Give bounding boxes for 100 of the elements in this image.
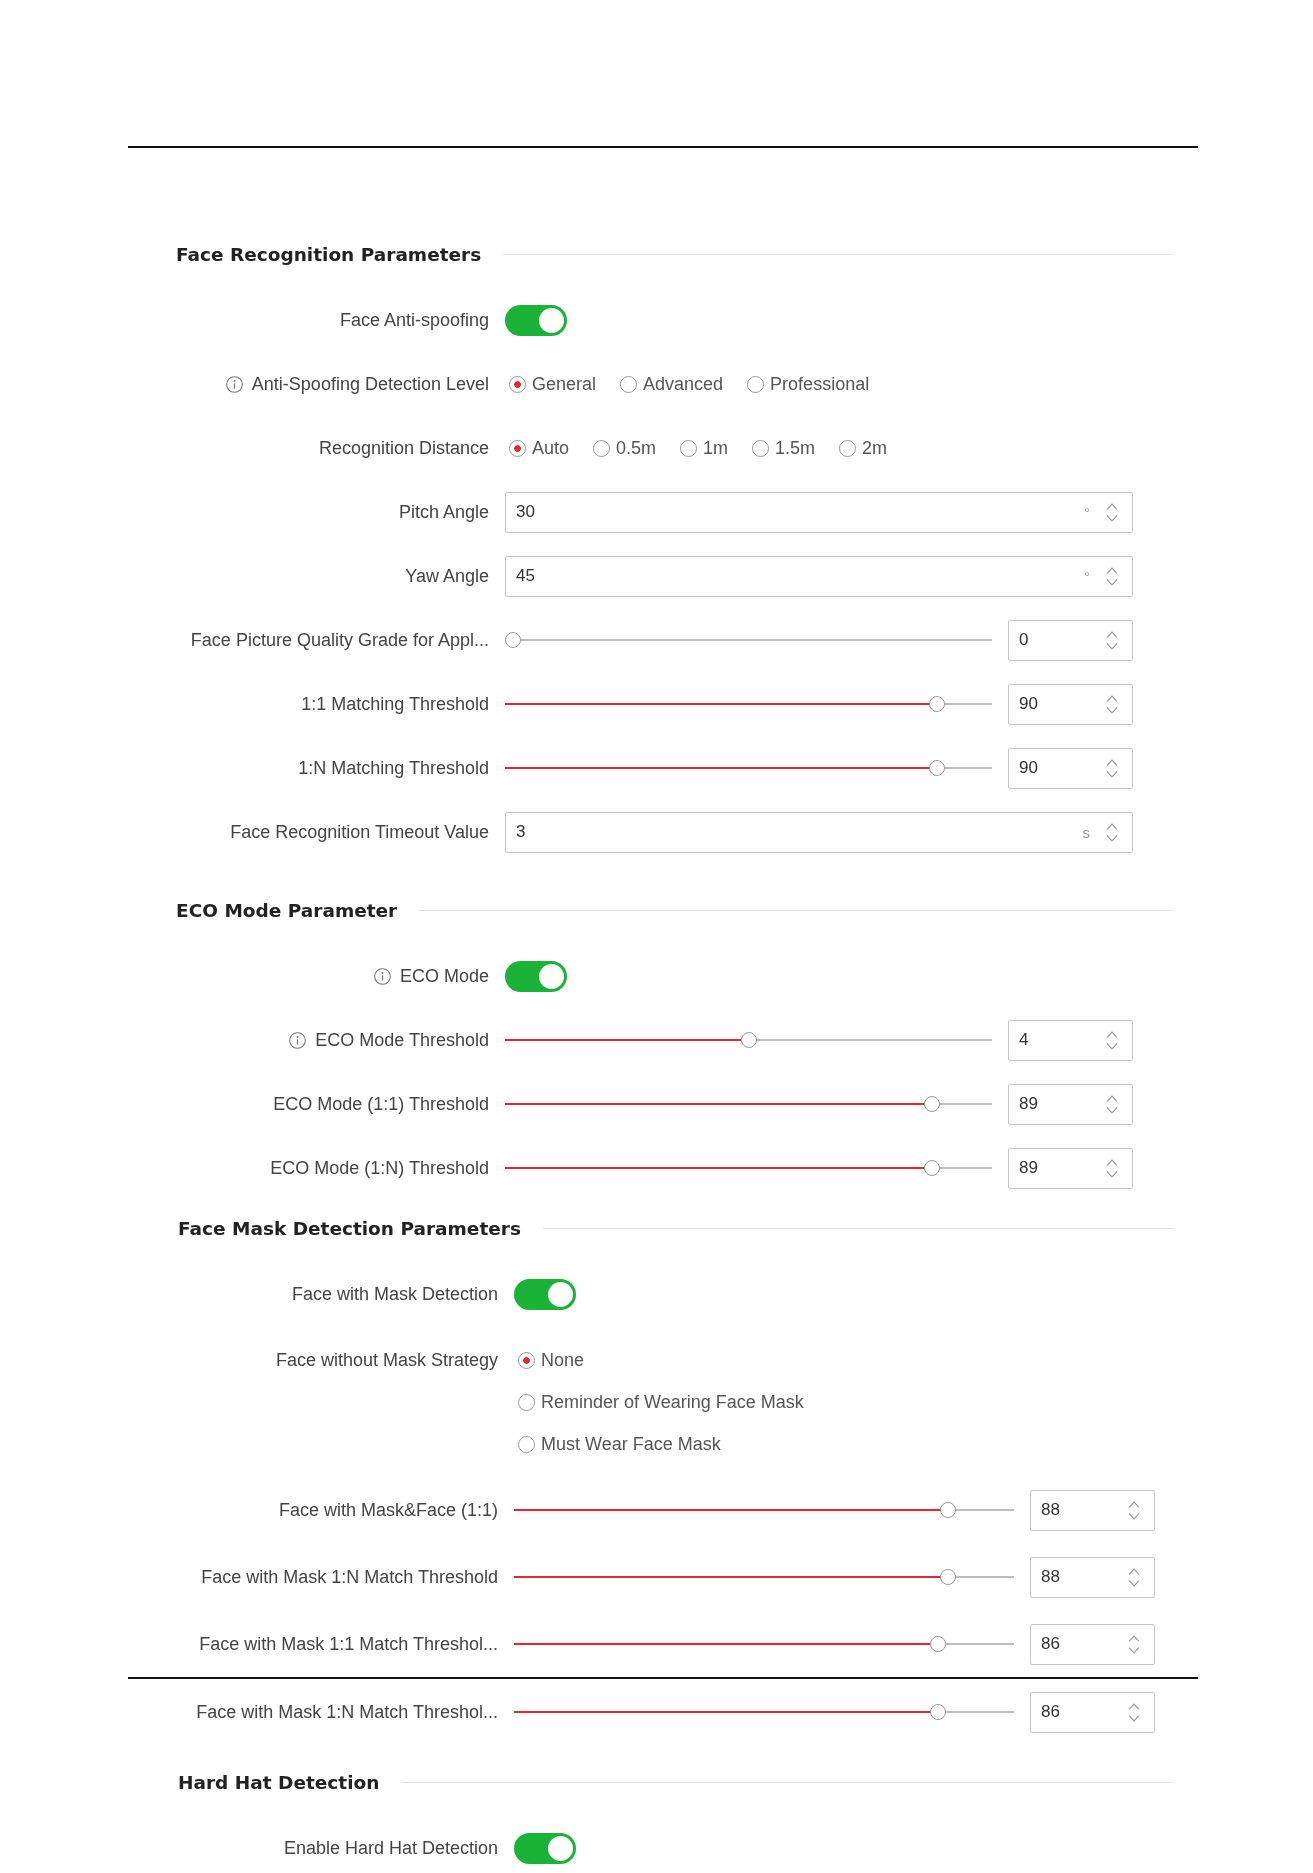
toggle-switch[interactable] — [514, 1832, 576, 1864]
radio-icon[interactable] — [518, 1351, 535, 1369]
chevron-down-icon[interactable] — [1128, 1646, 1140, 1654]
slider-track[interactable] — [514, 1636, 1014, 1652]
slider-handle[interactable] — [924, 1096, 941, 1112]
slider-handle[interactable] — [930, 1636, 947, 1652]
chevron-down-icon[interactable] — [1106, 578, 1118, 586]
field-label: Recognition Distance — [318, 437, 489, 459]
radio-icon[interactable] — [518, 1435, 535, 1453]
chevron-up-icon[interactable] — [1106, 566, 1118, 574]
slider-handle[interactable] — [505, 632, 521, 648]
chevron-up-icon[interactable] — [1106, 822, 1118, 830]
field-label: Enable Hard Hat Detection — [283, 1837, 498, 1859]
chevron-down-icon[interactable] — [1106, 1106, 1118, 1114]
number-field[interactable]: 90 — [1008, 683, 1133, 725]
radio-icon[interactable] — [509, 375, 526, 393]
radio-option[interactable]: Auto — [509, 437, 570, 459]
radio-option[interactable]: Must Wear Face Mask — [518, 1423, 721, 1465]
chevron-up-icon[interactable] — [1106, 1158, 1118, 1166]
slider-handle[interactable] — [930, 1704, 947, 1720]
chevron-up-icon[interactable] — [1106, 630, 1118, 638]
field-label: Face without Mask Strategy — [275, 1349, 498, 1371]
unit-label: s — [1082, 823, 1090, 841]
number-field[interactable]: 86 — [1030, 1623, 1155, 1665]
chevron-up-icon[interactable] — [1128, 1634, 1140, 1642]
radio-icon[interactable] — [747, 375, 765, 393]
number-field[interactable]: 90 — [1008, 747, 1133, 789]
radio-icon[interactable] — [620, 375, 638, 393]
radio-option[interactable]: None — [518, 1339, 585, 1381]
slider-track[interactable] — [514, 1569, 1014, 1585]
slider-handle[interactable] — [928, 696, 945, 712]
number-field[interactable]: 88 — [1030, 1489, 1155, 1531]
number-field[interactable]: 0 — [1008, 619, 1133, 661]
slider-track[interactable] — [505, 1096, 992, 1112]
slider-track[interactable] — [505, 632, 992, 648]
chevron-down-icon[interactable] — [1106, 706, 1118, 714]
radio-option[interactable]: 1m — [680, 437, 729, 459]
field-label: ECO Mode (1:1) Threshold — [273, 1093, 489, 1115]
number-field[interactable]: 89 — [1008, 1083, 1133, 1125]
radio-icon[interactable] — [680, 439, 698, 457]
field-label: Face with Mask&Face (1:1) — [278, 1499, 498, 1521]
chevron-up-icon[interactable] — [1106, 694, 1118, 702]
radio-icon[interactable] — [839, 439, 857, 457]
slider-track[interactable] — [514, 1704, 1014, 1720]
field-label: Face with Mask Detection — [291, 1283, 498, 1305]
toggle-switch[interactable] — [505, 304, 567, 336]
number-field[interactable]: 88 — [1030, 1556, 1155, 1598]
field-label: Anti-Spoofing Detection Level — [251, 373, 489, 395]
radio-option[interactable]: General — [509, 373, 597, 395]
field-label: ECO Mode (1:N) Threshold — [270, 1157, 489, 1179]
number-field[interactable]: 4 — [1008, 1019, 1133, 1061]
slider-handle[interactable] — [939, 1569, 956, 1585]
chevron-down-icon[interactable] — [1106, 1042, 1118, 1050]
radio-icon[interactable] — [752, 439, 770, 457]
chevron-up-icon[interactable] — [1106, 502, 1118, 510]
section-title: ECO Mode Parameter — [176, 899, 398, 921]
number-field[interactable]: 45 ° — [505, 555, 1133, 597]
slider-track[interactable] — [505, 760, 992, 776]
slider-track[interactable] — [505, 696, 992, 712]
chevron-down-icon[interactable] — [1106, 834, 1118, 842]
chevron-down-icon[interactable] — [1106, 514, 1118, 522]
section-title: Face Mask Detection Parameters — [178, 1217, 521, 1239]
slider-handle[interactable] — [939, 1502, 956, 1518]
chevron-up-icon[interactable] — [1106, 1030, 1118, 1038]
slider-handle[interactable] — [924, 1160, 941, 1176]
radio-icon[interactable] — [593, 439, 611, 457]
field-label: 1:N Matching Threshold — [298, 757, 489, 779]
chevron-down-icon[interactable] — [1106, 642, 1118, 650]
unit-label: ° — [1084, 567, 1090, 585]
toggle-switch[interactable] — [514, 1278, 576, 1310]
chevron-up-icon[interactable] — [1106, 758, 1118, 766]
radio-icon[interactable] — [509, 439, 526, 457]
field-label: ECO Mode Threshold — [315, 1029, 489, 1051]
chevron-down-icon[interactable] — [1128, 1579, 1140, 1587]
slider-track[interactable] — [505, 1032, 992, 1048]
radio-icon[interactable] — [518, 1393, 535, 1411]
slider-handle[interactable] — [740, 1032, 757, 1048]
slider-handle[interactable] — [928, 760, 945, 776]
slider-track[interactable] — [505, 1160, 992, 1176]
toggle-switch[interactable] — [505, 960, 567, 992]
chevron-up-icon[interactable] — [1106, 1094, 1118, 1102]
chevron-up-icon[interactable] — [1128, 1500, 1140, 1508]
chevron-up-icon[interactable] — [1128, 1567, 1140, 1575]
radio-option[interactable]: Advanced — [620, 373, 724, 395]
section-title: Face Recognition Parameters — [176, 243, 482, 265]
number-field[interactable]: 89 — [1008, 1147, 1133, 1189]
number-field[interactable]: 3 s — [505, 811, 1133, 853]
number-field[interactable]: 86 — [1030, 1691, 1155, 1733]
chevron-down-icon[interactable] — [1128, 1512, 1140, 1520]
chevron-up-icon[interactable] — [1128, 1702, 1140, 1710]
radio-option[interactable]: Reminder of Wearing Face Mask — [518, 1381, 804, 1423]
chevron-down-icon[interactable] — [1128, 1714, 1140, 1722]
number-field[interactable]: 30 ° — [505, 491, 1133, 533]
radio-option[interactable]: Professional — [747, 373, 870, 395]
radio-option[interactable]: 1.5m — [752, 437, 816, 459]
radio-option[interactable]: 0.5m — [593, 437, 657, 459]
radio-option[interactable]: 2m — [839, 437, 888, 459]
chevron-down-icon[interactable] — [1106, 770, 1118, 778]
chevron-down-icon[interactable] — [1106, 1170, 1118, 1178]
slider-track[interactable] — [514, 1502, 1014, 1518]
